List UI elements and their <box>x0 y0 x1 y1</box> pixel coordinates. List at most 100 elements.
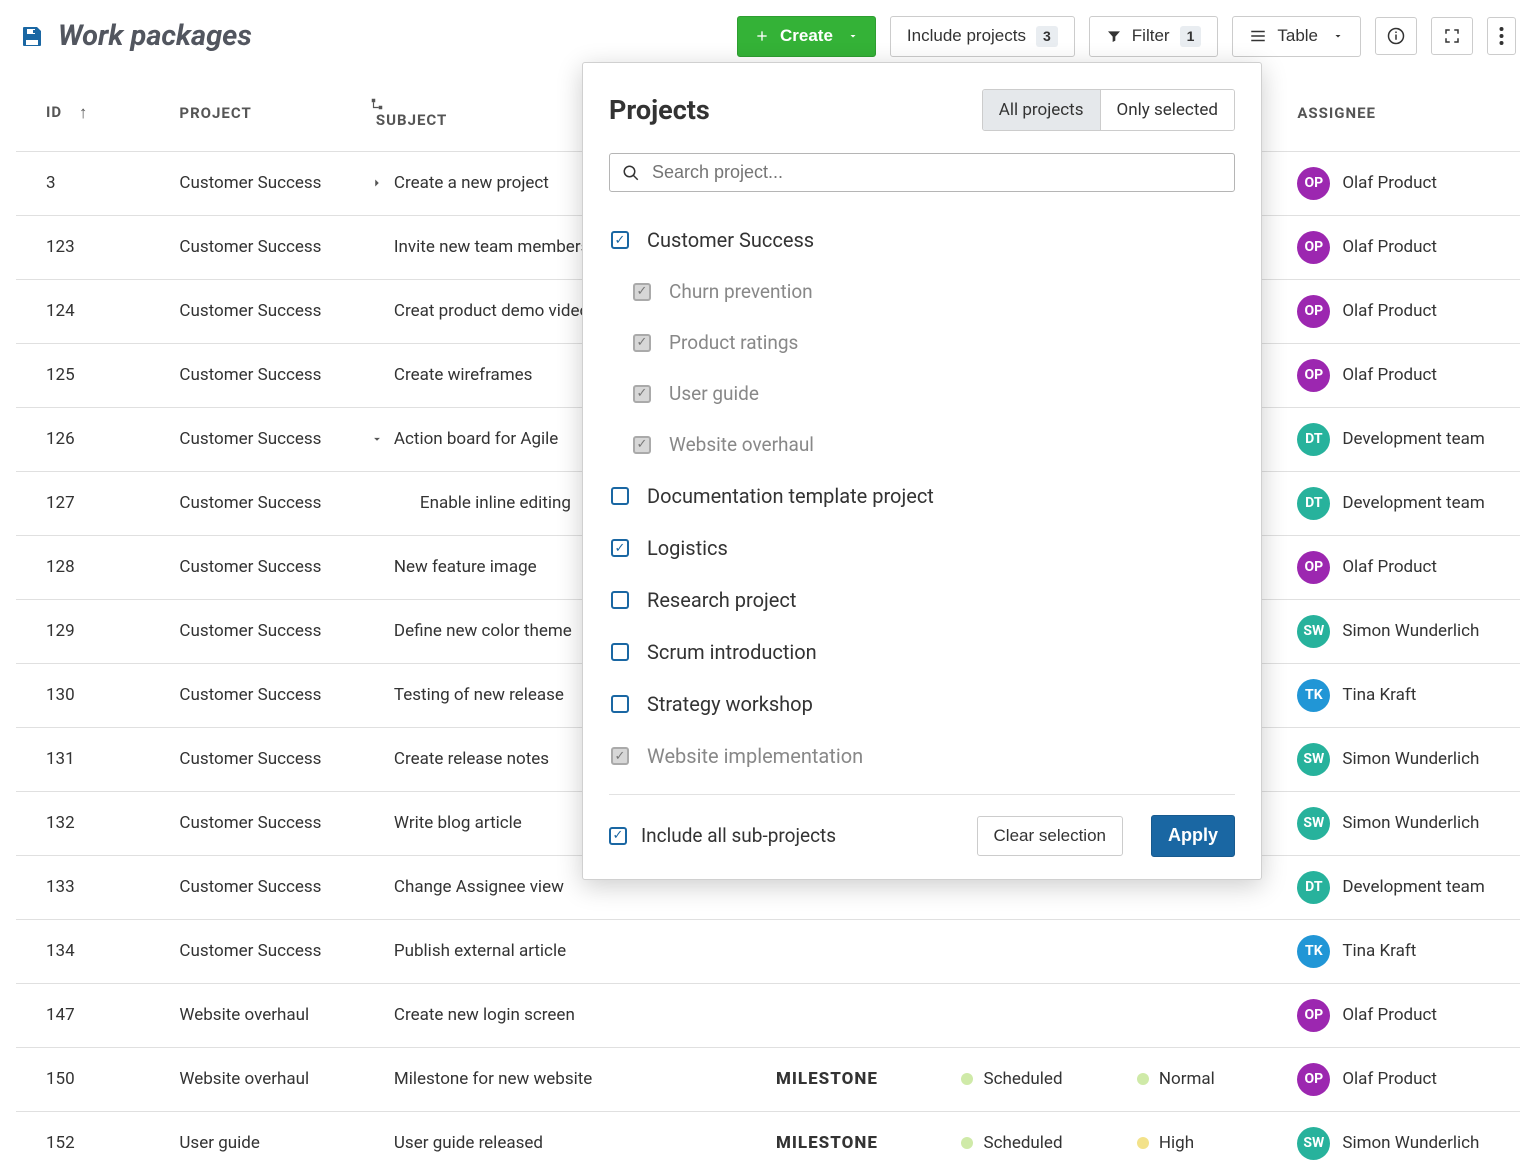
cell-id[interactable]: 134 <box>16 919 171 983</box>
project-checkbox[interactable]: ✓ <box>611 539 629 557</box>
include-projects-button[interactable]: Include projects 3 <box>890 16 1075 57</box>
table-row[interactable]: 150Website overhaulMilestone for new web… <box>16 1047 1520 1111</box>
project-item[interactable]: ✓Logistics <box>609 522 1235 574</box>
cell-subject[interactable]: User guide released <box>362 1111 768 1175</box>
include-sub-label: Include all sub-projects <box>641 824 836 847</box>
cell-id[interactable]: 124 <box>16 279 171 343</box>
assignee-name: Development team <box>1342 429 1484 449</box>
project-checkbox[interactable]: ✓ <box>611 747 629 765</box>
table-row[interactable]: 134Customer SuccessPublish external arti… <box>16 919 1520 983</box>
project-checkbox[interactable] <box>611 695 629 713</box>
tab-all-projects[interactable]: All projects <box>983 90 1100 130</box>
cell-status <box>953 983 1128 1047</box>
cell-assignee[interactable]: DTDevelopment team <box>1289 407 1520 471</box>
create-button[interactable]: Create <box>737 16 876 56</box>
cell-assignee[interactable]: TKTina Kraft <box>1289 919 1520 983</box>
project-label: Website overhaul <box>669 433 814 456</box>
view-mode-button[interactable]: Table <box>1232 16 1361 56</box>
avatar: OP <box>1297 999 1330 1032</box>
cell-id[interactable]: 152 <box>16 1111 171 1175</box>
project-checkbox[interactable]: ✓ <box>633 385 651 403</box>
filter-count: 1 <box>1180 26 1202 47</box>
tab-only-selected[interactable]: Only selected <box>1100 90 1234 130</box>
avatar: TK <box>1297 679 1330 712</box>
project-checkbox[interactable] <box>611 487 629 505</box>
cell-assignee[interactable]: DTDevelopment team <box>1289 471 1520 535</box>
info-button[interactable] <box>1375 17 1417 55</box>
project-search[interactable] <box>609 153 1235 192</box>
cell-id[interactable]: 133 <box>16 855 171 919</box>
project-item[interactable]: Scrum introduction <box>609 626 1235 678</box>
project-item[interactable]: Documentation template project <box>609 470 1235 522</box>
cell-assignee[interactable]: OPOlaf Product <box>1289 983 1520 1047</box>
subject-text: Write blog article <box>394 813 522 833</box>
chevron-down-icon[interactable] <box>370 432 386 446</box>
cell-assignee[interactable]: DTDevelopment team <box>1289 855 1520 919</box>
apply-button[interactable]: Apply <box>1151 815 1235 857</box>
cell-subject[interactable]: Publish external article <box>362 919 768 983</box>
col-assignee[interactable]: ASSIGNEE <box>1289 81 1520 152</box>
clear-selection-button[interactable]: Clear selection <box>977 816 1123 856</box>
save-view-icon[interactable] <box>20 24 44 48</box>
assignee-name: Olaf Product <box>1342 557 1437 577</box>
cell-id[interactable]: 123 <box>16 215 171 279</box>
cell-id[interactable]: 129 <box>16 599 171 663</box>
cell-assignee[interactable]: OPOlaf Product <box>1289 215 1520 279</box>
col-project[interactable]: PROJECT <box>171 81 362 152</box>
cell-assignee[interactable]: OPOlaf Product <box>1289 279 1520 343</box>
cell-id[interactable]: 126 <box>16 407 171 471</box>
cell-id[interactable]: 131 <box>16 727 171 791</box>
project-item[interactable]: ✓User guide <box>609 368 1235 419</box>
fullscreen-icon <box>1443 27 1461 45</box>
chevron-right-icon[interactable] <box>370 176 386 190</box>
project-item[interactable]: Research project <box>609 574 1235 626</box>
cell-subject[interactable]: Create new login screen <box>362 983 768 1047</box>
fullscreen-button[interactable] <box>1431 17 1473 55</box>
project-checkbox[interactable] <box>611 643 629 661</box>
project-label: Website implementation <box>647 744 863 768</box>
cell-project: Customer Success <box>171 599 362 663</box>
cell-assignee[interactable]: SWSimon Wunderlich <box>1289 599 1520 663</box>
subject-text: Define new color theme <box>394 621 572 641</box>
cell-assignee[interactable]: SWSimon Wunderlich <box>1289 1111 1520 1175</box>
assignee-name: Tina Kraft <box>1342 941 1416 961</box>
project-checkbox[interactable]: ✓ <box>633 436 651 454</box>
cell-id[interactable]: 150 <box>16 1047 171 1111</box>
col-id[interactable]: ID ↑ <box>16 81 171 152</box>
cell-id[interactable]: 128 <box>16 535 171 599</box>
include-projects-popover: Projects All projects Only selected ✓Cus… <box>582 62 1262 880</box>
cell-id[interactable]: 147 <box>16 983 171 1047</box>
project-item[interactable]: ✓ Website overhaul <box>609 419 1235 470</box>
more-actions-button[interactable] <box>1487 17 1516 55</box>
table-row[interactable]: 152User guideUser guide releasedMILESTON… <box>16 1111 1520 1175</box>
avatar: SW <box>1297 1127 1330 1160</box>
table-row[interactable]: 147Website overhaulCreate new login scre… <box>16 983 1520 1047</box>
project-checkbox[interactable]: ✓ <box>611 231 629 249</box>
cell-id[interactable]: 3 <box>16 151 171 215</box>
cell-assignee[interactable]: OPOlaf Product <box>1289 1047 1520 1111</box>
project-checkbox[interactable]: ✓ <box>633 283 651 301</box>
cell-assignee[interactable]: OPOlaf Product <box>1289 151 1520 215</box>
cell-id[interactable]: 132 <box>16 791 171 855</box>
cell-assignee[interactable]: SWSimon Wunderlich <box>1289 727 1520 791</box>
cell-subject[interactable]: Milestone for new website <box>362 1047 768 1111</box>
project-item[interactable]: ✓ Website implementation <box>609 730 1235 782</box>
cell-assignee[interactable]: OPOlaf Product <box>1289 343 1520 407</box>
project-item[interactable]: ✓Churn prevention <box>609 266 1235 317</box>
cell-assignee[interactable]: OPOlaf Product <box>1289 535 1520 599</box>
project-item[interactable]: Strategy workshop <box>609 678 1235 730</box>
cell-id[interactable]: 125 <box>16 343 171 407</box>
include-sub-checkbox[interactable]: ✓ <box>609 827 627 845</box>
project-search-input[interactable] <box>652 162 1222 183</box>
project-item[interactable]: ✓Product ratings <box>609 317 1235 368</box>
cell-assignee[interactable]: SWSimon Wunderlich <box>1289 791 1520 855</box>
priority-dot-icon <box>1137 1137 1149 1149</box>
cell-assignee[interactable]: TKTina Kraft <box>1289 663 1520 727</box>
cell-id[interactable]: 127 <box>16 471 171 535</box>
project-checkbox[interactable]: ✓ <box>633 334 651 352</box>
cell-id[interactable]: 130 <box>16 663 171 727</box>
project-checkbox[interactable] <box>611 591 629 609</box>
cell-project: Customer Success <box>171 855 362 919</box>
filter-button[interactable]: Filter 1 <box>1089 16 1219 57</box>
project-item[interactable]: ✓Customer Success <box>609 214 1235 266</box>
